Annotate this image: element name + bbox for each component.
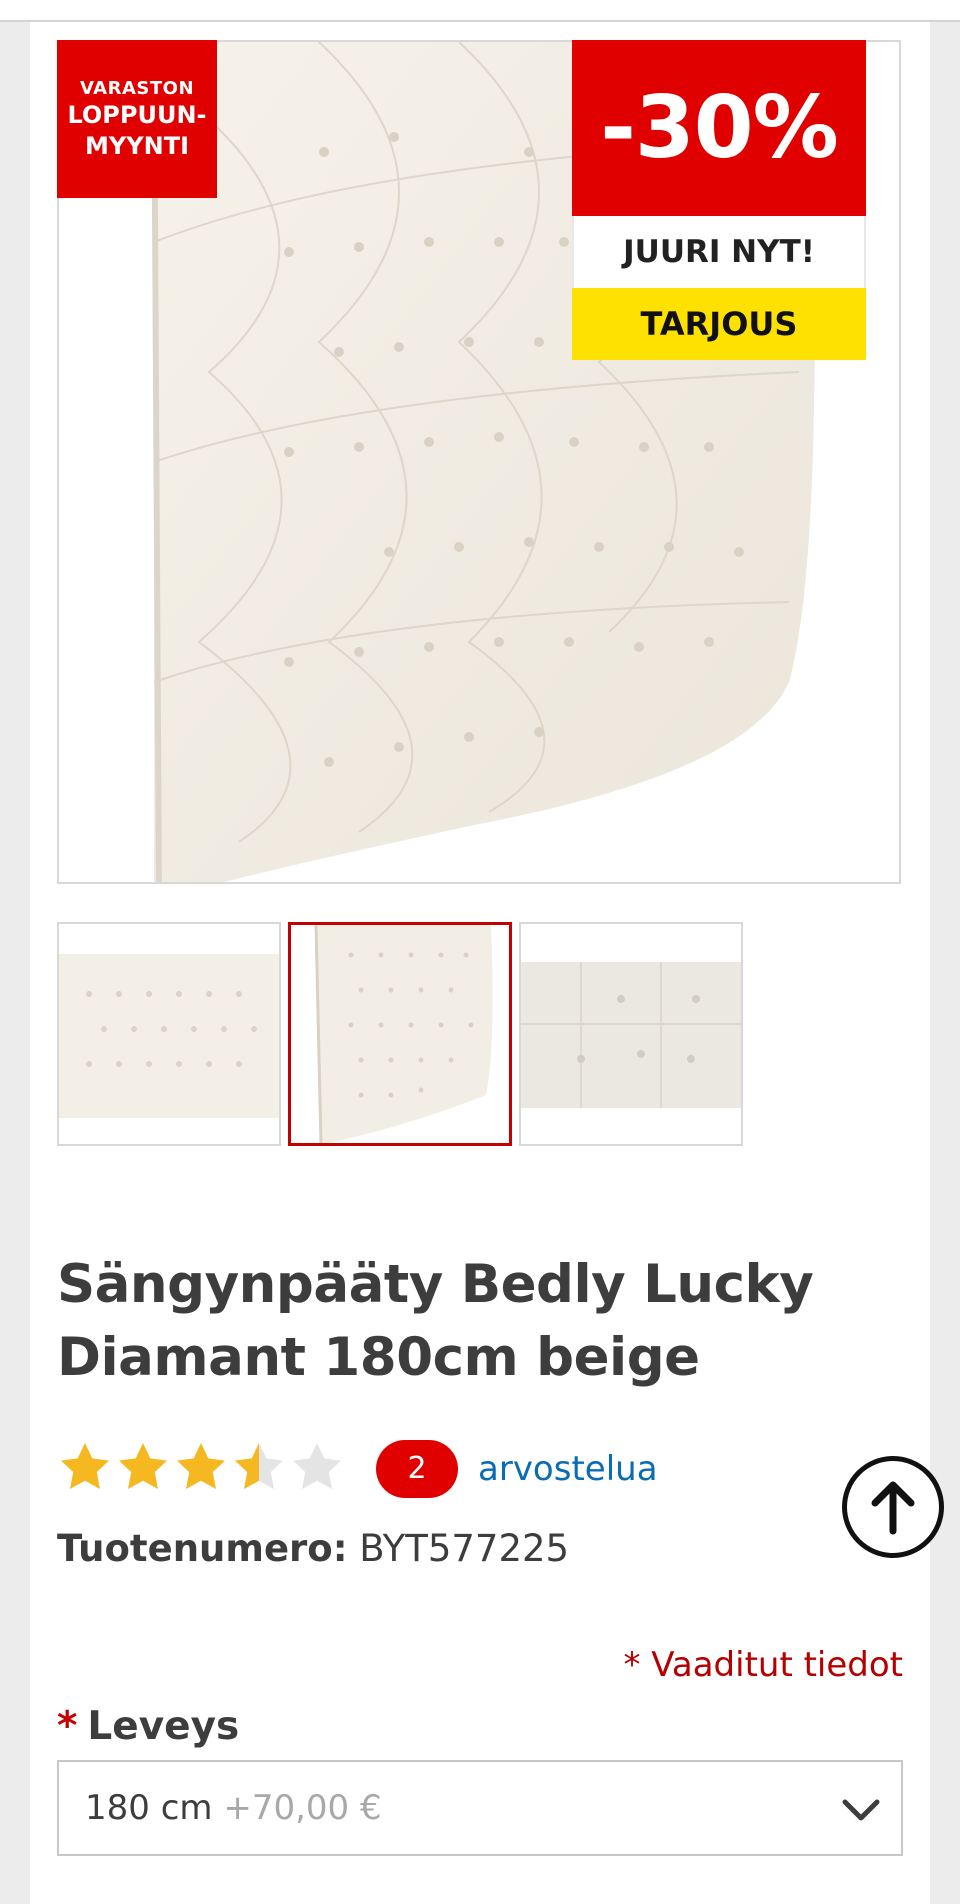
top-bar — [0, 0, 960, 22]
review-count-badge[interactable]: 2 — [376, 1440, 458, 1498]
thumbnail-3[interactable] — [519, 922, 743, 1146]
thumbnail-1[interactable] — [57, 922, 281, 1146]
clearance-badge-line3: MYYNTI — [84, 132, 190, 160]
discount-badge: -30% — [572, 40, 866, 216]
star-icon — [235, 1443, 283, 1489]
thumbnail-2-selected[interactable] — [288, 922, 512, 1146]
star-icon — [61, 1443, 109, 1489]
width-select[interactable]: 180 cm +70,00 € — [57, 1760, 903, 1856]
star-icon — [119, 1443, 167, 1489]
clearance-badge-line2: LOPPUUN- — [67, 101, 207, 129]
width-field-label: * Leveys — [57, 1700, 239, 1754]
product-title-line1: Sängynpääty Bedly Lucky — [57, 1254, 814, 1315]
required-fields-note: * Vaaditut tiedot — [623, 1645, 903, 1685]
width-select-size: 180 cm — [85, 1788, 213, 1828]
sku-label: Tuotenumero: — [57, 1527, 348, 1570]
sku-line: Tuotenumero: BYT577225 — [57, 1524, 569, 1574]
reviews-link[interactable]: arvostelua — [478, 1446, 658, 1492]
product-title-line2: Diamant 180cm beige — [57, 1327, 700, 1388]
required-mark: * — [57, 1704, 78, 1749]
width-select-value: 180 cm +70,00 € — [85, 1762, 382, 1854]
clearance-sale-badge: VARASTON LOPPUUN- MYYNTI — [57, 40, 217, 198]
now-badge: JUURI NYT! — [572, 216, 866, 288]
scroll-to-top-button[interactable] — [842, 1456, 944, 1558]
sku-value: BYT577225 — [359, 1527, 570, 1570]
width-select-price: +70,00 € — [223, 1788, 382, 1828]
offer-badge: TARJOUS — [572, 288, 866, 360]
clearance-badge-line1: VARASTON — [79, 78, 195, 99]
width-label-text: Leveys — [87, 1704, 240, 1749]
rating-stars[interactable] — [57, 1440, 357, 1496]
star-icon — [177, 1443, 225, 1489]
star-icon — [293, 1443, 341, 1489]
product-title: Sängynpääty Bedly Lucky Diamant 180cm be… — [57, 1248, 877, 1394]
